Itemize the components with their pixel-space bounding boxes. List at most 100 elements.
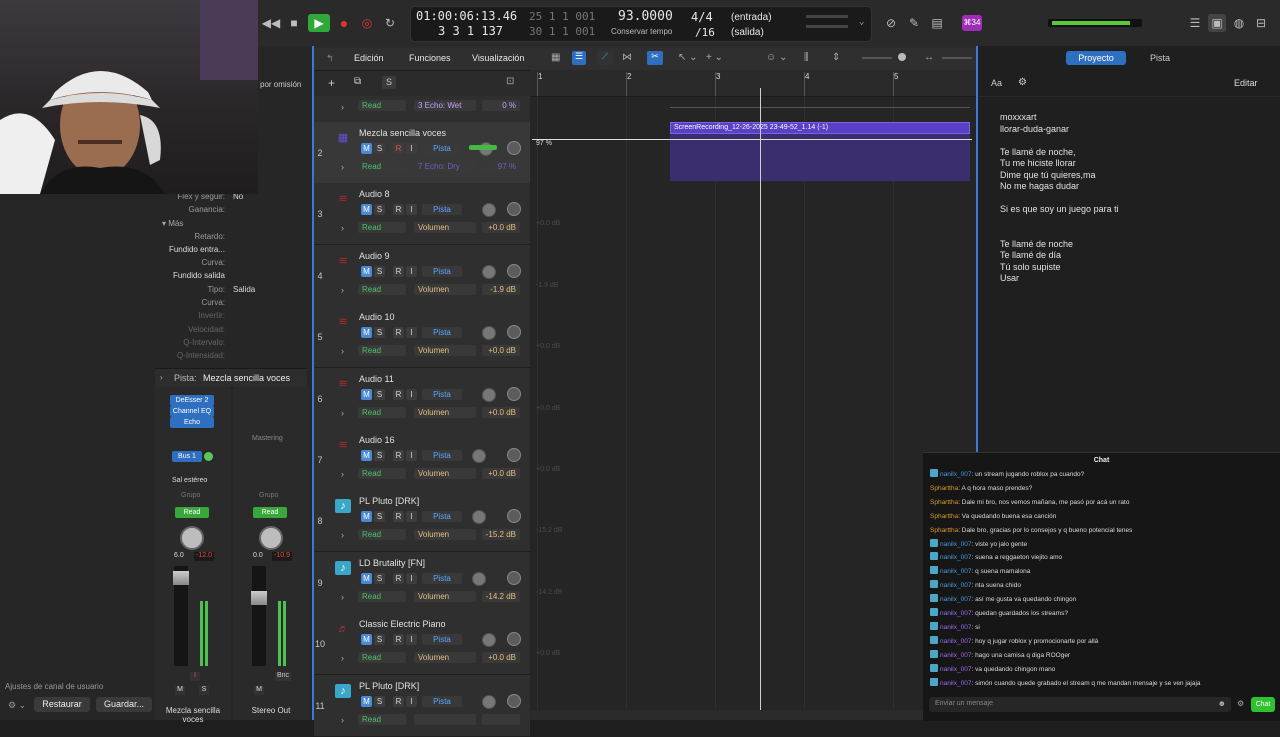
pista-button[interactable]: Pista: [422, 204, 462, 216]
track-name[interactable]: Audio 16: [359, 435, 395, 445]
global-solo-button[interactable]: S: [382, 76, 396, 89]
track-row[interactable]: 2 ▦ Mezcla sencilla voces M S R I Pista › Read 7 E…: [314, 122, 530, 184]
mute-button[interactable]: M: [361, 572, 372, 584]
track-row[interactable]: 4 ≋ Audio 9 M S R I Pista › Read Volumen -1.9 dB: [314, 244, 530, 307]
input-monitor-button[interactable]: I: [406, 204, 417, 216]
q-interval-row[interactable]: Q-Intervalo:: [155, 338, 305, 351]
chat-username[interactable]: nanilx_007: [940, 471, 971, 478]
automation-value[interactable]: +0.0 dB: [482, 222, 520, 234]
chat-username[interactable]: nanilx_007: [940, 582, 971, 589]
track-name[interactable]: Audio 11: [359, 374, 394, 384]
snap-icon[interactable]: ✂: [647, 51, 663, 65]
timeline-ruler[interactable]: [530, 70, 976, 97]
count-in-badge[interactable]: ⌘34: [962, 15, 982, 31]
fit-horizontal-icon[interactable]: ↔: [924, 52, 934, 63]
lcd-display[interactable]: 01:00:06:13.46 25 1 1 001 3 3 1 137 30 1…: [410, 6, 872, 42]
menu-edit[interactable]: Edición: [354, 53, 384, 63]
pencil-icon[interactable]: ✎: [905, 14, 923, 32]
input-monitor-button[interactable]: I: [406, 634, 417, 646]
velocity-row[interactable]: Velocidad:: [155, 325, 305, 338]
time-signature[interactable]: 4/4: [691, 10, 713, 24]
pointer-tool-icon[interactable]: ↖ ⌄: [678, 52, 698, 63]
mute-button[interactable]: M: [361, 511, 372, 523]
curve-row[interactable]: Curva:: [155, 258, 305, 271]
channel-settings-label[interactable]: Ajustes de canal de usuario: [5, 682, 103, 691]
automation-value[interactable]: -15.2 dB: [482, 529, 520, 541]
pan-knob[interactable]: [507, 263, 521, 278]
plugin-slot-1[interactable]: DeEsser 2: [170, 395, 214, 406]
volume-knob[interactable]: [482, 387, 496, 402]
chevron-right-icon[interactable]: ›: [341, 223, 344, 233]
automation-value[interactable]: -14.2 dB: [482, 590, 520, 602]
q-intensity-row[interactable]: Q-Intensidad:: [155, 351, 305, 364]
automation-value[interactable]: +0.0 dB: [482, 652, 520, 664]
record-enable-button[interactable]: R: [393, 265, 404, 277]
fit-vertical-icon[interactable]: ⇕: [832, 52, 840, 63]
record-enable-button[interactable]: R: [393, 327, 404, 339]
mute-button[interactable]: M: [361, 204, 372, 216]
solo-button[interactable]: S: [374, 388, 385, 400]
list-view-icon[interactable]: ☰: [572, 51, 586, 65]
automation-param[interactable]: Volumen: [414, 529, 476, 541]
group-slot-2[interactable]: Grupo: [259, 492, 278, 499]
plugin-slot-3[interactable]: Echo: [170, 417, 214, 428]
list-icon[interactable]: ☰: [1186, 14, 1204, 32]
pista-button[interactable]: Pista: [422, 634, 462, 646]
automation-value[interactable]: +0.0 dB: [482, 406, 520, 418]
automation-param[interactable]: Volumen: [414, 590, 476, 602]
chevron-right-icon[interactable]: ›: [341, 592, 344, 602]
input-monitor-button[interactable]: I: [406, 695, 417, 707]
solo-button-ch1[interactable]: S: [199, 686, 209, 695]
chat-username[interactable]: nanilx_007: [940, 638, 971, 645]
record-enable-button[interactable]: R: [393, 511, 404, 523]
track-name[interactable]: Audio 8: [359, 189, 390, 199]
more-section[interactable]: ▾ Más: [162, 219, 183, 228]
chevron-right-icon[interactable]: ›: [341, 285, 344, 295]
automation-mode[interactable]: Read: [358, 345, 406, 357]
solo-button[interactable]: S: [374, 204, 385, 216]
zoom-slider-handle[interactable]: [898, 53, 906, 61]
volume-knob[interactable]: [482, 633, 496, 648]
pista-button[interactable]: Pista: [422, 511, 462, 523]
output-slot[interactable]: Sal estéreo: [172, 477, 207, 484]
track-name[interactable]: Classic Electric Piano: [359, 619, 446, 629]
font-button[interactable]: Aa: [991, 78, 1002, 88]
mute-button[interactable]: M: [361, 388, 372, 400]
solo-button[interactable]: S: [374, 695, 385, 707]
track-name[interactable]: LD Brutality [FN]: [359, 558, 425, 568]
mastering-slot[interactable]: Mastering: [252, 435, 283, 442]
zoom-slider-h[interactable]: [942, 57, 972, 59]
record-enable-button[interactable]: R: [393, 204, 404, 216]
chat-username[interactable]: nanilx_007: [940, 610, 971, 617]
pan-knob[interactable]: [507, 693, 521, 708]
track-row[interactable]: 5 ≋ Audio 10 M S R I Pista › Read Volumen +0.0 dB: [314, 306, 530, 369]
volume-knob[interactable]: [482, 264, 496, 279]
mute-button[interactable]: M: [361, 327, 372, 339]
chevron-right-icon[interactable]: ›: [341, 469, 344, 479]
division[interactable]: /16: [695, 26, 715, 39]
chat-username[interactable]: Spharttha: [930, 527, 958, 534]
waveform-zoom-icon[interactable]: ⫼: [804, 52, 809, 63]
record-enable-button[interactable]: R: [393, 143, 404, 154]
emote-icon[interactable]: ☻: [1218, 699, 1226, 708]
input-monitor-button[interactable]: I: [190, 672, 200, 681]
automation-param[interactable]: Volumen: [414, 345, 476, 357]
chevron-down-icon[interactable]: ⌄: [859, 17, 864, 27]
tab-track[interactable]: Pista: [1150, 53, 1170, 63]
input-monitor-button[interactable]: I: [406, 450, 417, 461]
master-volume-meter[interactable]: [1048, 19, 1142, 27]
delay-row[interactable]: Retardo:: [155, 232, 305, 245]
restore-button[interactable]: Restaurar: [34, 697, 90, 712]
smiley-icon[interactable]: ☺ ⌄: [766, 52, 787, 63]
automation-mode[interactable]: Read: [358, 468, 406, 479]
chat-username[interactable]: Spharttha: [930, 499, 958, 506]
track-name[interactable]: Mezcla sencilla voces: [359, 128, 446, 138]
settings-icon[interactable]: ⚙ ⌄: [8, 700, 26, 711]
record-enable-button[interactable]: R: [393, 388, 404, 400]
automation-mode[interactable]: Read: [358, 713, 406, 725]
automation-param[interactable]: Volumen: [414, 468, 476, 479]
automation-mode[interactable]: Read: [358, 161, 406, 172]
volume-knob[interactable]: [482, 326, 496, 341]
automation-value[interactable]: +0.0 dB: [482, 345, 520, 357]
pan-knob-2[interactable]: [259, 526, 283, 550]
